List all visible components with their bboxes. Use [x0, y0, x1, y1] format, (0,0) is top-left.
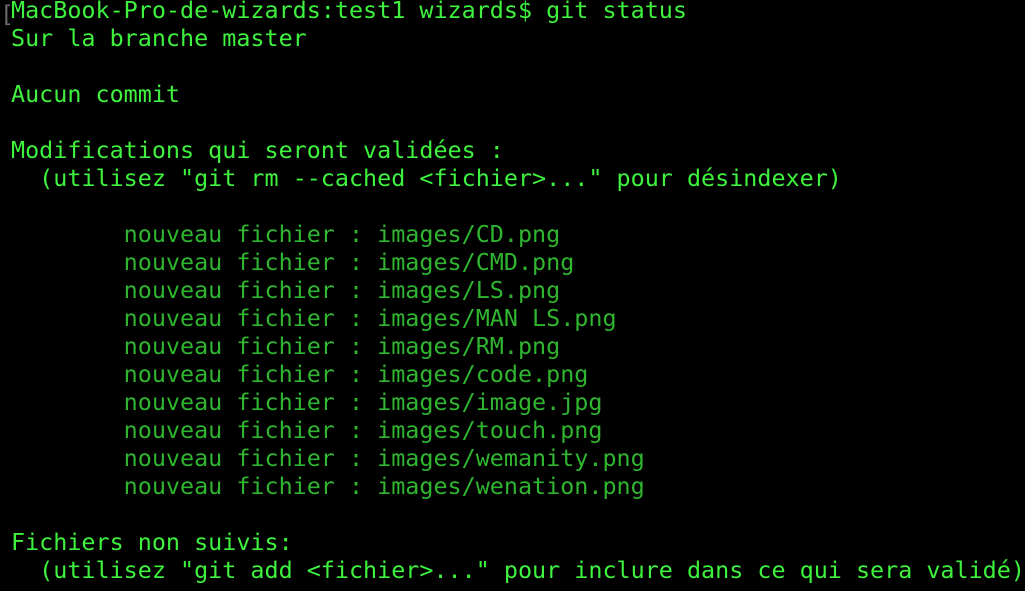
staged-file-line: nouveau fichier : images/CMD.png: [11, 248, 575, 276]
staged-file-line: nouveau fichier : images/LS.png: [11, 276, 561, 304]
staged-file-line: nouveau fichier : images/image.jpg: [11, 388, 603, 416]
terminal-window[interactable]: [ MacBook-Pro-de-wizards:test1 wizards$ …: [0, 0, 1025, 591]
branch-status-line: Sur la branche master: [11, 24, 307, 52]
staged-file-line: nouveau fichier : images/code.png: [11, 360, 589, 388]
staged-file-line: nouveau fichier : images/CD.png: [11, 220, 561, 248]
untracked-hint-line: (utilisez "git add <fichier>..." pour in…: [11, 556, 1025, 584]
command-prompt-line: MacBook-Pro-de-wizards:test1 wizards$ gi…: [11, 0, 687, 24]
no-commit-line: Aucun commit: [11, 80, 180, 108]
staged-hint-line: (utilisez "git rm --cached <fichier>..."…: [11, 164, 842, 192]
staged-file-line: nouveau fichier : images/RM.png: [11, 332, 561, 360]
staged-file-line: nouveau fichier : images/touch.png: [11, 416, 603, 444]
staged-file-line: nouveau fichier : images/wemanity.png: [11, 444, 645, 472]
untracked-section-header: Fichiers non suivis:: [11, 528, 293, 556]
staged-file-line: nouveau fichier : images/MAN LS.png: [11, 304, 617, 332]
staged-file-line: nouveau fichier : images/wenation.png: [11, 472, 645, 500]
staged-section-header: Modifications qui seront validées :: [11, 136, 504, 164]
